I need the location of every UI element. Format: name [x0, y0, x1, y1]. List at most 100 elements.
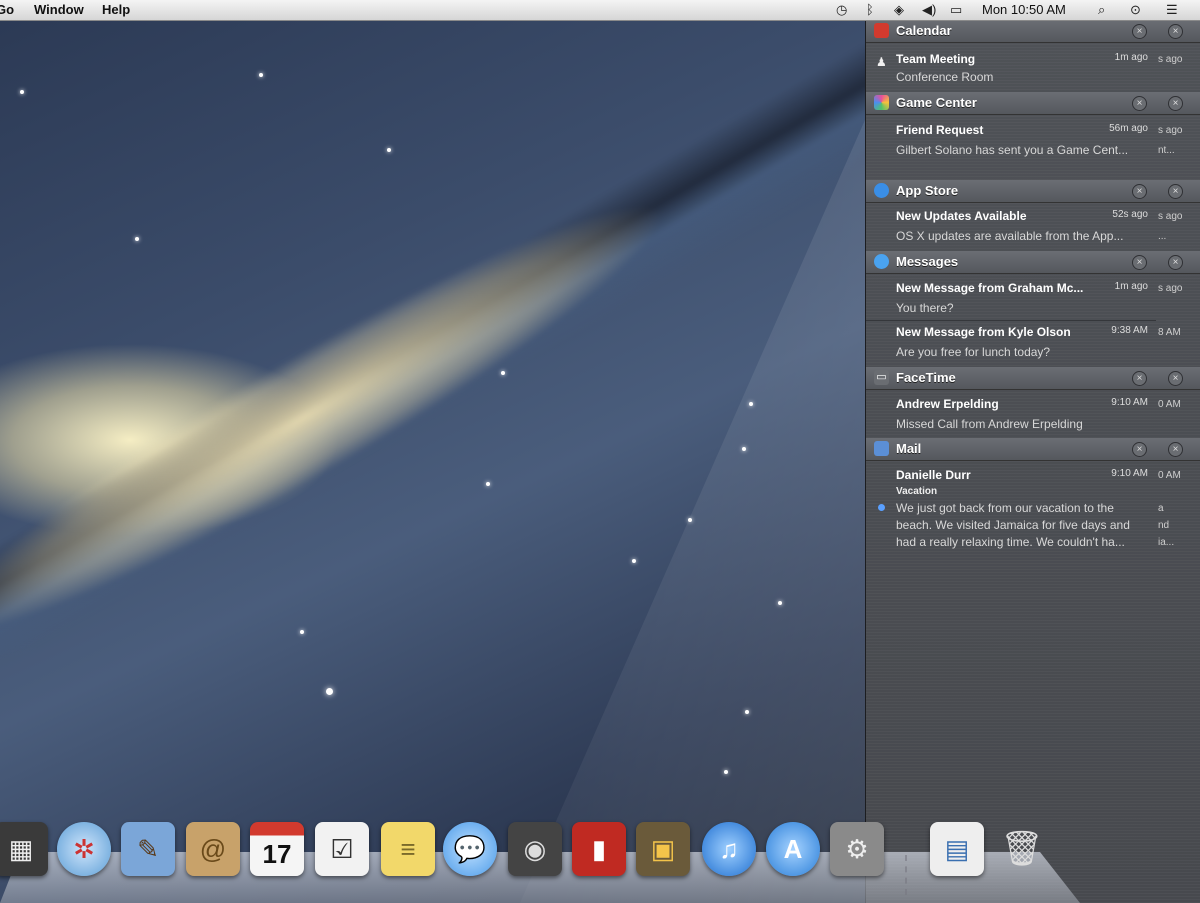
notification-title: Friend Request [896, 123, 984, 137]
messages-icon [874, 254, 889, 269]
notification-item[interactable]: New Message from Kyle Olson 9:38 AM Are … [866, 325, 1156, 365]
mail-icon [874, 441, 889, 456]
nc-ghost-header: × [1156, 20, 1200, 43]
notification-item[interactable]: ♟ Team Meeting 1m ago Conference Room [866, 52, 1156, 92]
reminders-icon[interactable]: ☑ [315, 822, 369, 876]
notification-text: You there? [896, 301, 954, 315]
close-icon[interactable]: × [1168, 255, 1183, 270]
notification-center-icon[interactable]: ☰ [1166, 2, 1178, 18]
nc-group-title: App Store [896, 183, 959, 198]
photo-booth-icon[interactable]: ▦ [0, 822, 48, 876]
nc-group-title: Calendar [896, 23, 952, 38]
facetime-dock-icon[interactable]: ◉ [508, 822, 562, 876]
notification-title: New Updates Available [896, 209, 1027, 223]
close-icon[interactable]: × [1132, 184, 1147, 199]
divider [866, 320, 1156, 321]
nc-ghost-header: × [1156, 180, 1200, 203]
notification-item[interactable]: Andrew Erpelding 9:10 AM Missed Call fro… [866, 397, 1156, 437]
menu-clock[interactable]: Mon 10:50 AM [982, 2, 1066, 17]
nc-group-facetime: ▭ FaceTime × [866, 367, 1156, 390]
wifi-icon[interactable]: ◈ [894, 2, 904, 18]
close-icon[interactable]: × [1132, 96, 1147, 111]
notification-text: Missed Call from Andrew Erpelding [896, 417, 1083, 431]
calendar-icon [874, 23, 889, 38]
bluetooth-icon[interactable]: ᛒ [866, 2, 874, 17]
ghost-text: a [1158, 503, 1164, 514]
notes-icon[interactable]: ≡ [381, 822, 435, 876]
notification-item[interactable]: Danielle Durr 9:10 AM Vacation We just g… [866, 468, 1156, 558]
volume-icon[interactable]: ◀) [922, 2, 936, 18]
contacts-icon[interactable]: @ [186, 822, 240, 876]
desktop-wallpaper [0, 20, 865, 903]
notification-time: 56m ago [1109, 123, 1148, 134]
system-preferences-icon[interactable]: ⚙ [830, 822, 884, 876]
close-icon[interactable]: × [1168, 371, 1183, 386]
star [387, 148, 391, 152]
game-center-icon [874, 95, 889, 110]
close-icon[interactable]: × [1132, 371, 1147, 386]
close-icon[interactable]: × [1132, 255, 1147, 270]
notification-title: Danielle Durr [896, 468, 971, 482]
nc-group-messages: Messages × [866, 251, 1156, 274]
nc-ghost-header: × [1156, 367, 1200, 390]
iphoto-icon[interactable]: ▣ [636, 822, 690, 876]
notification-item[interactable]: New Message from Graham Mc... 1m ago You… [866, 281, 1156, 321]
itunes-icon[interactable]: ♫ [702, 822, 756, 876]
close-icon[interactable]: × [1168, 96, 1183, 111]
star [742, 447, 746, 451]
notification-item[interactable]: New Updates Available 52s ago OS X updat… [866, 209, 1156, 251]
close-icon[interactable]: × [1168, 24, 1183, 39]
close-icon[interactable]: × [1168, 184, 1183, 199]
notification-time: 9:10 AM [1111, 397, 1148, 408]
notification-time: 1m ago [1114, 52, 1148, 63]
notification-time: 1m ago [1114, 281, 1148, 292]
calendar-date: 17 [262, 838, 292, 869]
close-icon[interactable]: × [1132, 442, 1147, 457]
menu-bar: Go Window Help ◷ ᛒ ◈ ◀) ▭ Mon 10:50 AM ⌕… [0, 0, 1200, 21]
notification-text: OS X updates are available from the App.… [896, 229, 1124, 243]
nc-group-title: Messages [896, 254, 959, 269]
trash-icon[interactable]: 🗑 [995, 822, 1049, 876]
star [745, 710, 749, 714]
ghost-text: nt... [1158, 145, 1175, 156]
nc-ghost-header: × [1156, 438, 1200, 461]
star [688, 518, 692, 522]
facetime-icon: ▭ [874, 370, 889, 385]
nc-group-calendar: Calendar × [866, 20, 1156, 43]
app-store-icon [874, 183, 889, 198]
notification-text: Conference Room [896, 70, 994, 84]
battery-icon[interactable]: ▭ [950, 2, 962, 18]
notification-center: Calendar × × ♟ Team Meeting 1m ago Confe… [865, 20, 1200, 903]
nc-group-game-center: Game Center × [866, 92, 1156, 115]
nc-group-title: Mail [896, 441, 922, 456]
ghost-text: nd [1158, 520, 1170, 531]
ghost-time: 8 AM [1158, 327, 1181, 338]
star [778, 601, 782, 605]
spotlight-icon[interactable]: ⌕ [1098, 2, 1105, 18]
close-icon[interactable]: × [1168, 442, 1183, 457]
star [20, 90, 24, 94]
user-icon[interactable]: ⊙ [1130, 2, 1141, 18]
notification-item[interactable]: Friend Request 56m ago Gilbert Solano ha… [866, 123, 1156, 178]
document-icon[interactable]: ▤ [930, 822, 984, 876]
messages-dock-icon[interactable]: 💬 [443, 822, 497, 876]
ghost-time: s ago [1158, 283, 1183, 294]
ghost-time: s ago [1158, 125, 1183, 136]
menu-window[interactable]: Window [34, 2, 84, 17]
calendar-dock-icon[interactable]: 17 [250, 822, 304, 876]
app-store-dock-icon[interactable]: A [766, 822, 820, 876]
star [486, 482, 490, 486]
close-icon[interactable]: × [1132, 24, 1147, 39]
ghost-time: 0 AM [1158, 470, 1181, 481]
nc-group-title: Game Center [896, 95, 977, 110]
menu-help[interactable]: Help [102, 2, 130, 17]
time-machine-icon[interactable]: ◷ [836, 2, 847, 18]
notification-body: We just got back from our vacation to th… [896, 501, 1130, 549]
safari-icon[interactable]: ✲ [57, 822, 111, 876]
notification-text: Are you free for lunch today? [896, 345, 1051, 359]
menu-go[interactable]: Go [0, 2, 14, 17]
star [749, 402, 753, 406]
preview-icon[interactable]: ✎ [121, 822, 175, 876]
photo-booth-red-icon[interactable]: ▮ [572, 822, 626, 876]
ghost-text: ... [1158, 231, 1167, 242]
